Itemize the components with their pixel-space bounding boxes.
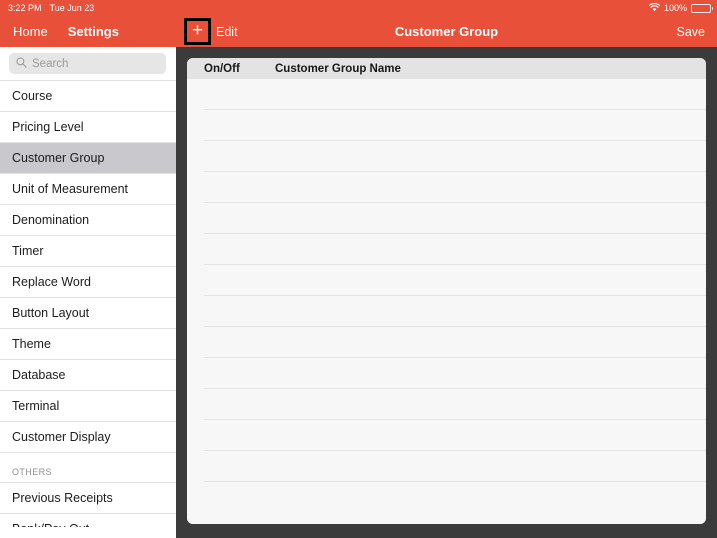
plus-icon: + [191,20,204,41]
search-field[interactable] [9,53,166,74]
table-row[interactable] [187,234,706,265]
sidebar-item-label: Denomination [12,213,90,227]
sidebar-item-denomination[interactable]: Denomination [0,204,176,235]
sidebar-item-button-layout[interactable]: Button Layout [0,297,176,328]
table-row[interactable] [187,482,706,513]
table-header-row: On/Off Customer Group Name [187,58,706,79]
table-row[interactable] [187,265,706,296]
status-bar-right: 100% [648,2,713,14]
status-time: 3:22 PM [8,3,42,13]
app-window: 3:22 PM Tue Jun 23 100% Home Settings Se… [0,0,717,538]
customer-group-table: On/Off Customer Group Name [187,58,706,524]
column-header-on-off: On/Off [204,62,240,75]
sidebar-item-label: Timer [12,244,44,258]
content-area: On/Off Customer Group Name [176,47,717,538]
main-area: + Edit Customer Group Save On/Off Custom… [176,16,717,538]
status-date: Tue Jun 23 [49,3,95,13]
table-row[interactable] [187,513,706,524]
table-row[interactable] [187,358,706,389]
table-row[interactable] [187,420,706,451]
table-row[interactable] [187,79,706,110]
search-container [0,47,176,80]
sidebar: Home Settings Course Pricing Level [0,16,176,538]
sidebar-header: Home Settings [0,16,176,47]
sidebar-item-label: Database [12,368,66,382]
sidebar-item-replace-word[interactable]: Replace Word [0,266,176,297]
search-icon [16,55,27,73]
sidebar-item-unit-of-measurement[interactable]: Unit of Measurement [0,173,176,204]
column-header-customer-group-name: Customer Group Name [275,62,401,75]
sidebar-item-label: Unit of Measurement [12,182,129,196]
save-button[interactable]: Save [677,25,706,39]
table-row[interactable] [187,141,706,172]
sidebar-item-label: Terminal [12,399,60,413]
sidebar-item-database[interactable]: Database [0,359,176,390]
sidebar-item-customer-group[interactable]: Customer Group [0,142,176,173]
edit-button[interactable]: Edit [216,25,238,39]
sidebar-item-timer[interactable]: Timer [0,235,176,266]
table-row[interactable] [187,296,706,327]
add-button[interactable]: + [184,18,211,45]
sidebar-item-previous-receipts[interactable]: Previous Receipts [0,482,176,513]
page-title: Customer Group [394,24,499,39]
battery-icon [691,3,713,13]
home-button[interactable]: Home [13,24,48,39]
sidebar-item-pricing-level[interactable]: Pricing Level [0,111,176,142]
sidebar-item-course[interactable]: Course [0,80,176,111]
search-input[interactable] [32,57,159,70]
sidebar-item-label: Pricing Level [12,120,84,134]
table-row[interactable] [187,327,706,358]
sidebar-item-label: Previous Receipts [12,491,113,505]
sidebar-section-label: OTHERS [12,467,52,477]
navigation-bar: + Edit Customer Group Save [176,16,717,47]
sidebar-item-label: Bank/Pay Out [12,514,89,527]
sidebar-nav-list: Course Pricing Level Customer Group Unit… [0,80,176,527]
sidebar-item-bank-pay-out[interactable]: Bank/Pay Out [0,513,176,527]
wifi-icon [648,2,661,14]
sidebar-item-theme[interactable]: Theme [0,328,176,359]
table-row[interactable] [187,203,706,234]
table-row[interactable] [187,172,706,203]
battery-percent-label: 100% [663,3,687,13]
sidebar-section-others: OTHERS [0,452,176,482]
sidebar-item-label: Replace Word [12,275,91,289]
table-row[interactable] [187,110,706,141]
sidebar-item-label: Button Layout [12,306,90,320]
sidebar-item-label: Customer Group [12,151,105,165]
table-body [187,79,706,524]
sidebar-item-label: Theme [12,337,51,351]
table-row[interactable] [187,451,706,482]
sidebar-item-terminal[interactable]: Terminal [0,390,176,421]
status-bar: 3:22 PM Tue Jun 23 100% [0,0,717,16]
sidebar-item-label: Customer Display [12,430,111,444]
sidebar-title: Settings [67,24,119,39]
sidebar-item-customer-display[interactable]: Customer Display [0,421,176,452]
sidebar-item-label: Course [12,89,53,103]
table-row[interactable] [187,389,706,420]
status-bar-left: 3:22 PM Tue Jun 23 [8,3,94,13]
